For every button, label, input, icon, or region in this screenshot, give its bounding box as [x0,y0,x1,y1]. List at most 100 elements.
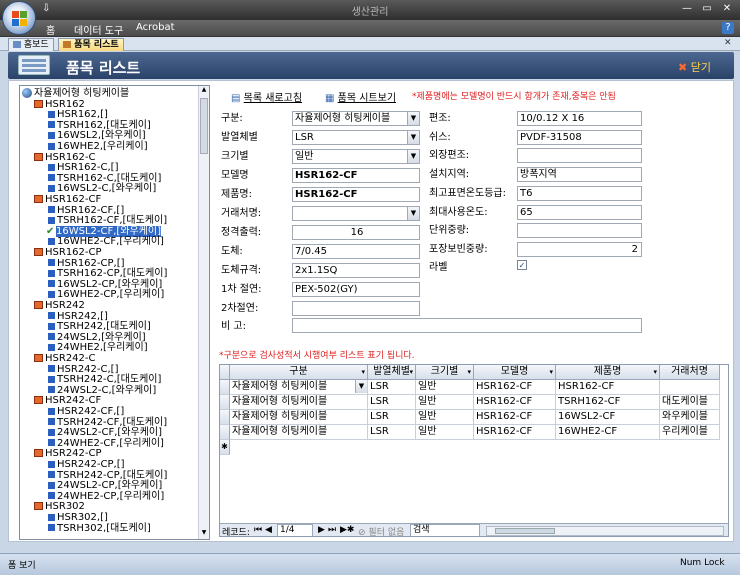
tree-item[interactable]: 24WSL2-CP,[와우케이] [48,480,162,491]
new-row-marker[interactable]: ✱ [220,440,230,455]
tree-folder[interactable]: HSR162 [34,99,85,110]
grid-cell[interactable]: 16WSL2-CF [556,410,660,425]
scroll-up-icon[interactable]: ▲ [200,86,208,96]
grid-cell[interactable]: LSR [368,425,416,440]
tree-folder[interactable]: HSR162-CF [34,194,101,205]
dropdown-arrow-icon[interactable]: ▼ [407,131,419,144]
grid-cell[interactable]: 일반 [416,425,474,440]
dropdown-arrow-icon[interactable]: ▼ [407,207,419,220]
tree-item[interactable]: 16WHE2-CP,[우리케이] [48,289,164,300]
field-dropdown[interactable]: LSR ▼ [292,130,420,145]
row-selector[interactable] [220,425,230,440]
tree-item[interactable]: HSR242,[] [48,311,108,322]
tree-folder[interactable]: HSR162-C [34,152,96,163]
sort-dropdown-icon[interactable]: ▾ [361,365,365,379]
tree-item[interactable]: 24WHE2-CF,[우리케이] [48,438,164,449]
tree-item[interactable]: 16WSL2,[와우케이] [48,130,146,141]
tree-item[interactable]: HSR162,[] [48,109,108,120]
close-window-button[interactable]: ✕ [720,3,734,15]
cell-dropdown-arrow-icon[interactable]: ▼ [355,380,367,393]
row-selector[interactable] [220,395,230,410]
tree-item[interactable]: TSRH242-C,[대도케이] [48,374,161,385]
grid-cell[interactable]: 자율제어형 히팅케이블 [230,425,368,440]
tree-folder[interactable]: HSR242-CF [34,395,101,406]
tree-root[interactable]: 자율제어형 히팅케이블 [22,88,129,99]
last-record-button[interactable]: ⏭ [328,525,336,535]
field-input[interactable]: 방폭지역 [517,167,642,183]
close-form-button[interactable]: ✖ 닫기 [678,59,711,75]
tree-folder[interactable]: HSR242 [34,300,85,311]
grid-cell[interactable]: HSR162-CF [474,425,556,440]
field-input[interactable]: 2 [517,241,642,257]
grid-cell[interactable]: 자율제어형 히팅케이블 ▼ [230,380,368,395]
prev-record-button[interactable]: ◀ [265,525,272,535]
record-position[interactable]: 1/4 [277,524,313,536]
tree-item[interactable]: HSR242-CF,[] [48,406,124,417]
ribbon-tab-home[interactable]: 홈 [46,22,55,37]
grid-cell[interactable]: LSR [368,410,416,425]
tree-item[interactable]: HSR302,[] [48,512,108,523]
tree-item[interactable]: 24WSL2-CF,[와우케이] [48,427,162,438]
field-input[interactable]: 2x1.1SQ [292,263,420,278]
sort-dropdown-icon[interactable]: ▾ [467,365,471,379]
field-input[interactable]: HSR162-CF [292,168,420,183]
grid-cell[interactable] [660,380,720,395]
tree-item[interactable]: HSR162-C,[] [48,162,118,173]
sort-dropdown-icon[interactable]: ▾ [653,365,657,379]
grid-horizontal-scrollbar[interactable] [486,526,724,536]
tree-item[interactable]: TSRH162-CP,[대도케이] [48,268,167,279]
refresh-list-link[interactable]: ▤ 목록 새로고침 [231,89,302,104]
grid-cell[interactable]: 일반 [416,410,474,425]
grid-cell[interactable]: 자율제어형 히팅케이블 [230,410,368,425]
tree-item[interactable]: 16WHE2,[우리케이] [48,141,148,152]
field-input[interactable] [292,301,420,316]
grid-cell[interactable]: LSR [368,395,416,410]
grid-cell[interactable]: HSR162-CF [474,395,556,410]
grid-cell[interactable]: 일반 [416,380,474,395]
tree-item[interactable]: 24WHE2,[우리케이] [48,342,148,353]
field-dropdown[interactable]: 일반 ▼ [292,149,420,164]
field-input[interactable]: 10/0.12 X 16 [517,111,642,126]
field-input[interactable]: 7/0.45 [292,244,420,259]
tree-item[interactable]: TSRH242,[대도케이] [48,321,151,332]
tree-item[interactable]: HSR162-CF,[] [48,205,124,216]
grid-cell[interactable]: LSR [368,380,416,395]
product-tree[interactable]: 자율제어형 히팅케이블 HSR162 HSR162,[] TSRH162,[대도케이]… [19,85,210,540]
tree-item[interactable]: TSRH242-CF,[대도케이] [48,417,167,428]
sheet-view-link[interactable]: ▦ 품목 시트보기 [325,89,396,104]
label-checkbox[interactable]: ✓ [517,260,527,270]
ribbon-tab-acrobat[interactable]: Acrobat [136,22,175,33]
tree-item[interactable]: HSR242-CP,[] [48,459,125,470]
first-record-button[interactable]: ⏮ [254,525,262,535]
field-input[interactable]: PVDF-31508 [517,129,642,145]
next-record-button[interactable]: ▶ [318,525,325,535]
grid-cell[interactable]: TSRH162-CF [556,395,660,410]
tree-scroll-thumb[interactable] [200,98,208,154]
scroll-down-icon[interactable]: ▼ [200,529,208,539]
close-document-button[interactable]: ✕ [724,38,732,48]
tree-folder[interactable]: HSR302 [34,501,85,512]
tree-item[interactable]: 24WSL2-C,[와우케이] [48,385,156,396]
tree-item[interactable]: 16WHE2-CF,[우리케이] [48,236,164,247]
grid-cell[interactable]: HSR162-CF [556,380,660,395]
grid-cell[interactable]: HSR162-CF [474,380,556,395]
ribbon-tab-data-tools[interactable]: 데이터 도구 [74,22,123,37]
grid-cell[interactable]: 자율제어형 히팅케이블 [230,395,368,410]
sort-dropdown-icon[interactable]: ▾ [409,365,413,379]
column-header[interactable]: 발열체별 ▾ [368,365,416,380]
grid-cell[interactable]: 일반 [416,395,474,410]
tree-item[interactable]: TSRH242-CP,[대도케이] [48,470,167,481]
doc-tab-home-board[interactable]: 홈보드 [8,38,54,51]
tree-item[interactable]: 24WHE2-CP,[우리케이] [48,491,164,502]
doc-tab-item-list[interactable]: 품목 리스트 [58,38,124,51]
office-button[interactable] [2,1,36,35]
column-header[interactable]: 모델명 ▾ [474,365,556,380]
grid-cell[interactable]: 우리케이블 [660,425,720,440]
grid-cell[interactable]: 와우케이블 [660,410,720,425]
tree-item[interactable]: 16WSL2-C,[와우케이] [48,183,156,194]
help-button[interactable]: ? [722,22,734,34]
row-selector[interactable] [220,410,230,425]
grid-cell[interactable]: 대도케이블 [660,395,720,410]
field-dropdown[interactable]: 자율제어형 히팅케이블 ▼ [292,111,420,126]
grid-cell[interactable]: 16WHE2-CF [556,425,660,440]
